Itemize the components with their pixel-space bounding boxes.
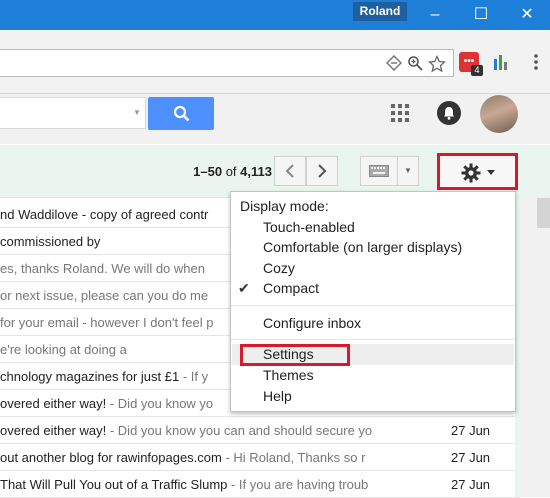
older-button[interactable] (306, 156, 338, 186)
profile-name-chip[interactable]: Roland (353, 2, 407, 21)
search-options-caret-icon[interactable]: ▼ (133, 108, 141, 117)
zoom-icon[interactable] (407, 55, 423, 71)
settings-highlight-box (240, 344, 350, 366)
chevron-right-icon (318, 164, 327, 178)
menu-item-configure-inbox[interactable]: Configure inbox (263, 315, 361, 331)
menu-divider (231, 339, 515, 340)
settings-gear-button[interactable] (437, 153, 518, 190)
avatar[interactable] (480, 95, 518, 133)
menu-item-help[interactable]: Help (263, 388, 292, 404)
minimize-button[interactable]: – (412, 0, 458, 30)
search-input[interactable] (0, 97, 146, 129)
menu-divider (231, 305, 515, 306)
menu-item-comfortable[interactable]: Comfortable (on larger displays) (263, 239, 462, 255)
display-mode-heading: Display mode: (240, 198, 329, 214)
chevron-down-icon (487, 170, 495, 175)
lastpass-badge: 4 (471, 65, 483, 76)
checkmark-icon: ✔ (238, 280, 250, 296)
message-count: 1–50 of 4,113 (193, 164, 272, 179)
search-icon (173, 105, 190, 122)
menu-item-cozy[interactable]: Cozy (263, 260, 295, 276)
table-row[interactable]: That Will Pull You out of a Traffic Slum… (0, 471, 520, 498)
apps-grid-icon[interactable] (390, 103, 410, 123)
table-row[interactable]: out another blog for rawinfopages.com - … (0, 444, 520, 471)
chevron-left-icon (285, 164, 294, 178)
translate-icon[interactable] (385, 54, 403, 72)
scrollbar-track[interactable] (520, 197, 550, 497)
menu-item-themes[interactable]: Themes (263, 367, 314, 383)
gear-icon (461, 163, 481, 183)
newer-button[interactable] (274, 156, 306, 186)
menu-item-touch-enabled[interactable]: Touch-enabled (263, 219, 355, 235)
star-icon[interactable] (427, 54, 447, 73)
notifications-bell-icon[interactable] (437, 101, 461, 125)
table-row[interactable]: overed either way! - Did you know you ca… (0, 417, 520, 444)
input-tools-button[interactable] (360, 156, 398, 186)
close-button[interactable]: ✕ (504, 0, 550, 30)
input-tools-dropdown-button[interactable]: ▼ (397, 156, 419, 186)
menu-icon[interactable] (528, 52, 544, 72)
scrollbar-thumb[interactable] (537, 198, 550, 228)
search-button[interactable] (148, 97, 214, 130)
chart-extension-icon[interactable] (492, 53, 510, 71)
keyboard-icon (369, 165, 389, 177)
maximize-button[interactable]: ☐ (458, 0, 504, 30)
menu-item-compact[interactable]: Compact (263, 280, 319, 296)
